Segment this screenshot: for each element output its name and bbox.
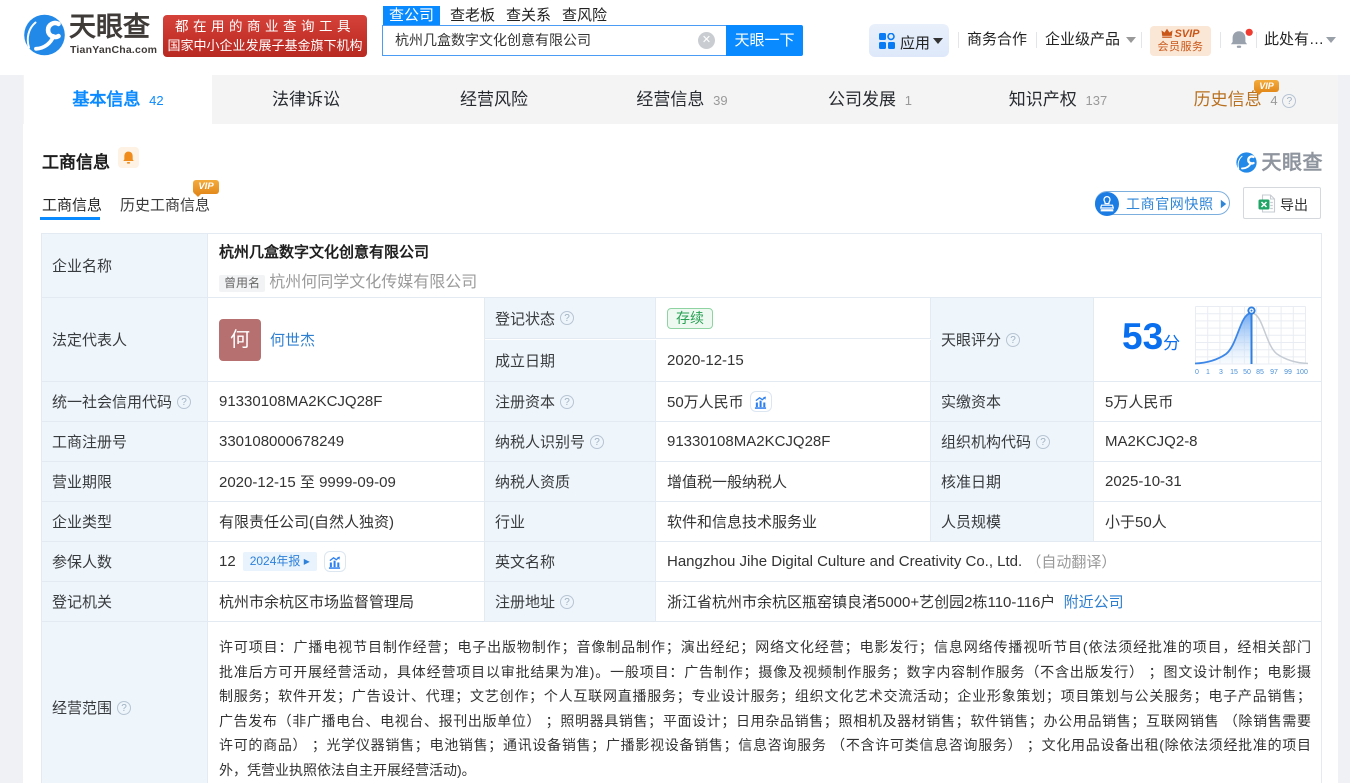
- svg-text:97: 97: [1270, 369, 1278, 376]
- svg-text:0: 0: [1195, 369, 1199, 376]
- svg-text:99: 99: [1284, 369, 1292, 376]
- svg-text:3: 3: [1219, 369, 1223, 376]
- svg-text:85: 85: [1256, 369, 1264, 376]
- svg-text:50: 50: [1243, 369, 1251, 376]
- svg-text:100: 100: [1296, 369, 1308, 376]
- svg-text:1: 1: [1206, 369, 1210, 376]
- svg-text:15: 15: [1230, 369, 1238, 376]
